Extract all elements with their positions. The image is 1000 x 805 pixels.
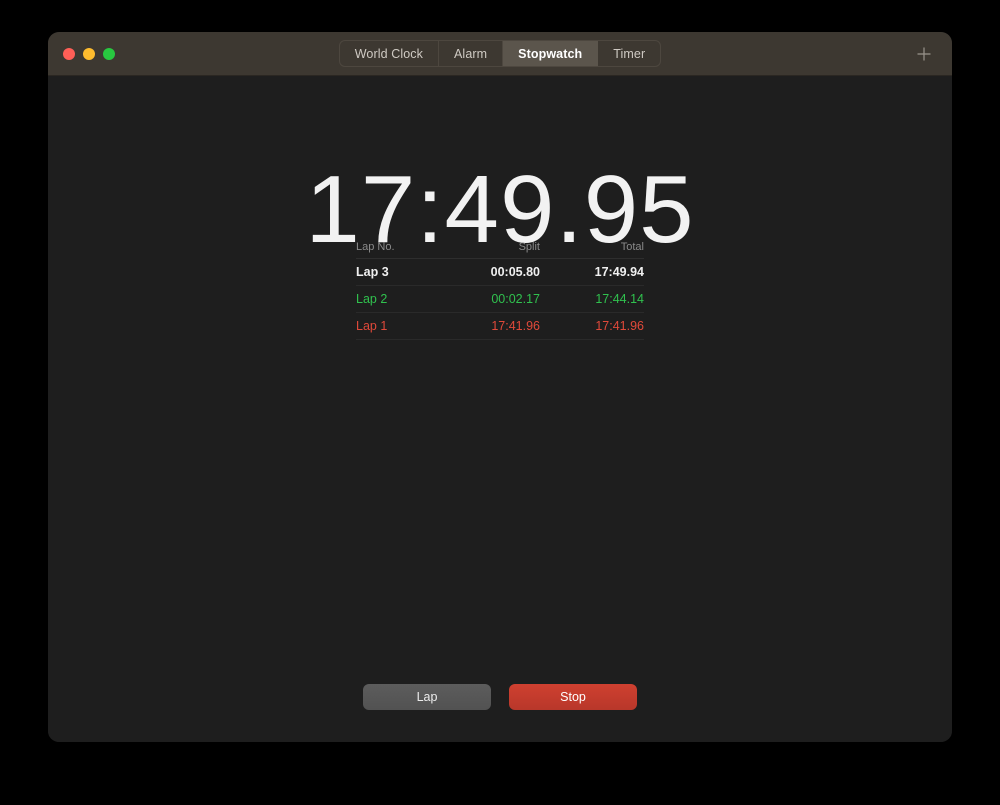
column-header-split: Split [448,241,568,253]
tab-alarm-label: Alarm [454,47,487,61]
plus-icon [915,45,933,63]
tab-bar: World Clock Alarm Stopwatch Timer [48,32,952,75]
lap-total: 17:49.94 [568,265,644,279]
lap-split: 00:05.80 [448,265,568,279]
desktop-background: World Clock Alarm Stopwatch Timer [0,0,1000,805]
lap-table-body: Lap 3 00:05.80 17:49.94 Lap 2 00:02.17 1… [356,259,644,340]
lap-split: 00:02.17 [448,292,568,306]
tab-stopwatch[interactable]: Stopwatch [503,41,598,66]
tab-timer[interactable]: Timer [598,41,660,66]
lap-number: Lap 2 [356,292,448,306]
lap-total: 17:41.96 [568,319,644,333]
clock-app-window: World Clock Alarm Stopwatch Timer [48,32,952,742]
lap-button-label: Lap [417,690,438,704]
column-header-lap-no: Lap No. [356,241,448,253]
stop-button-label: Stop [560,690,586,704]
lap-total: 17:44.14 [568,292,644,306]
stop-button[interactable]: Stop [509,684,637,710]
table-row[interactable]: Lap 2 00:02.17 17:44.14 [356,286,644,313]
close-window-button[interactable] [63,48,75,60]
lap-number: Lap 1 [356,319,448,333]
lap-table-header: Lap No. Split Total [356,236,644,259]
action-button-row: Lap Stop [363,684,637,710]
window-controls [63,32,115,75]
window-titlebar: World Clock Alarm Stopwatch Timer [48,32,952,76]
tab-world-clock-label: World Clock [355,47,423,61]
tab-timer-label: Timer [613,47,645,61]
lap-table: Lap No. Split Total Lap 3 00:05.80 17:49… [356,236,644,340]
tab-stopwatch-label: Stopwatch [518,47,582,61]
stopwatch-panel: 17:49.95 Lap No. Split Total Lap 3 00:05… [48,76,952,742]
tab-world-clock[interactable]: World Clock [340,41,439,66]
column-header-total: Total [568,241,644,253]
table-row[interactable]: Lap 1 17:41.96 17:41.96 [356,313,644,340]
lap-number: Lap 3 [356,265,448,279]
add-button[interactable] [909,32,939,75]
lap-split: 17:41.96 [448,319,568,333]
lap-button[interactable]: Lap [363,684,491,710]
maximize-window-button[interactable] [103,48,115,60]
tab-alarm[interactable]: Alarm [439,41,503,66]
segmented-control: World Clock Alarm Stopwatch Timer [339,40,662,67]
table-row[interactable]: Lap 3 00:05.80 17:49.94 [356,259,644,286]
minimize-window-button[interactable] [83,48,95,60]
